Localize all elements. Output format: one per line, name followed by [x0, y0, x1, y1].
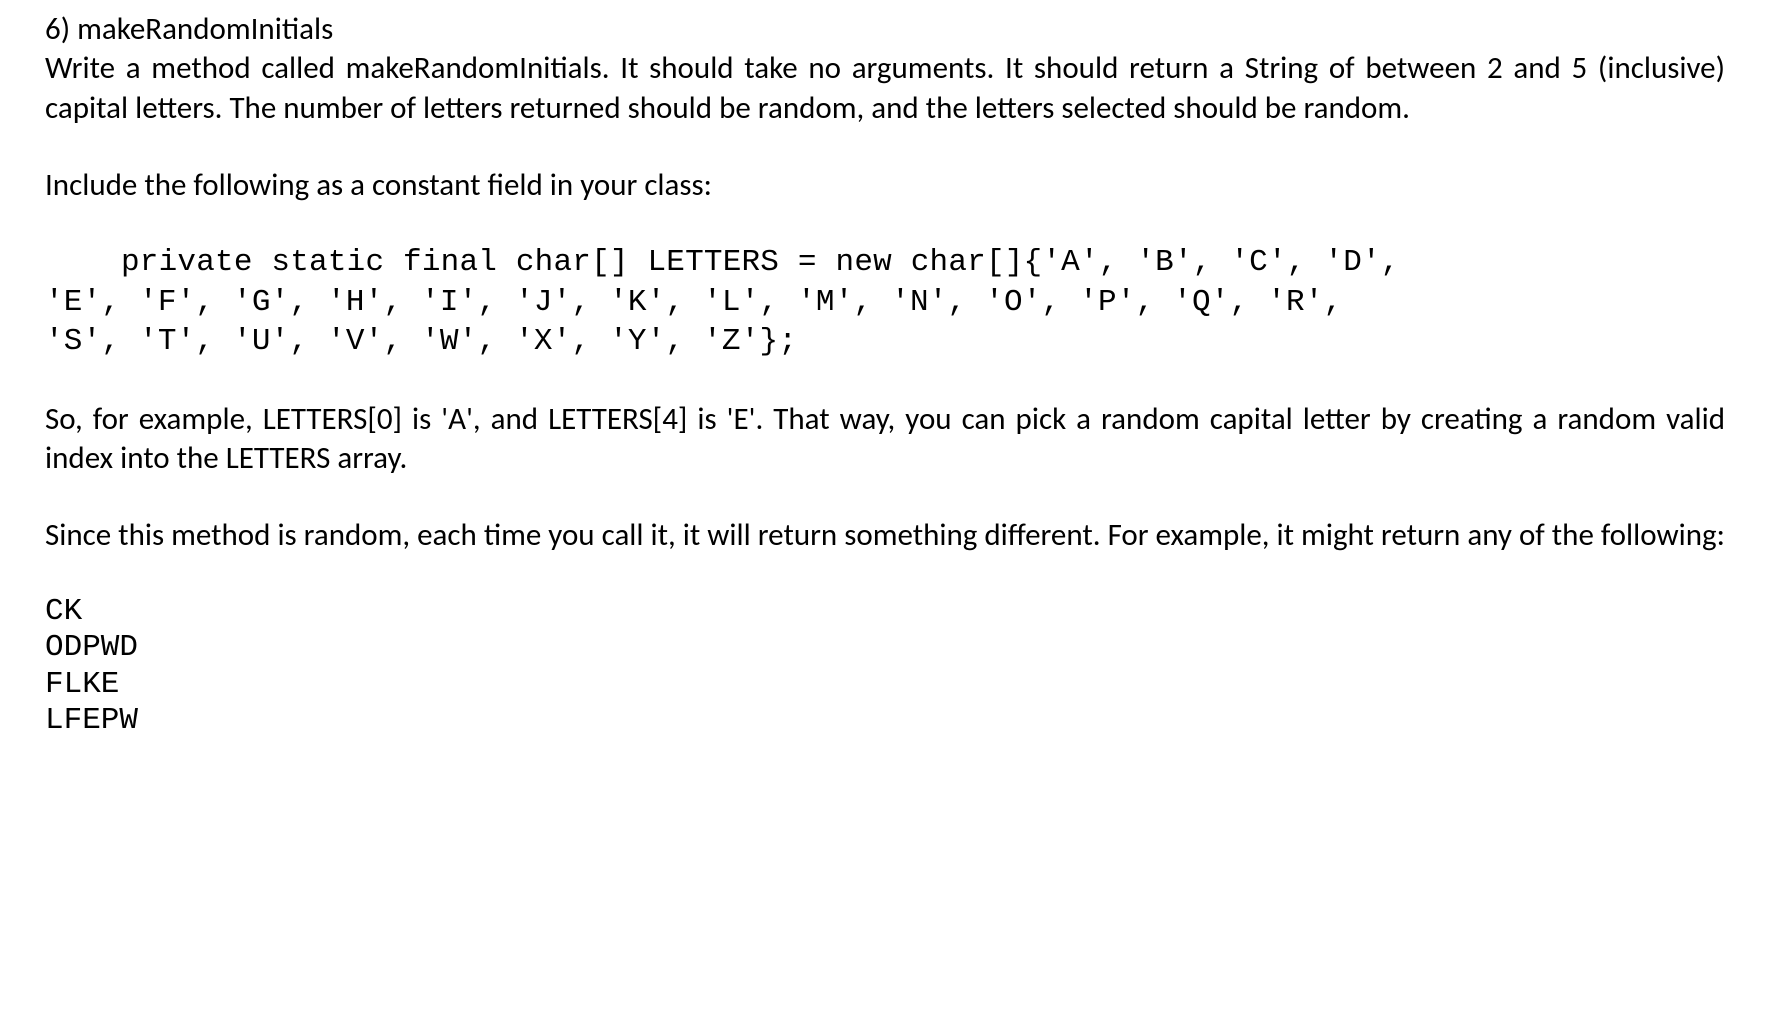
example-output-4: LFEPW [45, 703, 1725, 740]
code-line-2: 'E', 'F', 'G', 'H', 'I', 'J', 'K', 'L', … [45, 285, 1342, 320]
example-output-1: CK [45, 594, 1725, 631]
problem-heading: 6) makeRandomInitials [45, 10, 1725, 49]
paragraph-examples-intro: Since this method is random, each time y… [45, 516, 1725, 555]
code-line-3: 'S', 'T', 'U', 'V', 'W', 'X', 'Y', 'Z'}; [45, 324, 797, 359]
code-constant-declaration: private static final char[] LETTERS = ne… [45, 243, 1725, 361]
example-outputs: CK ODPWD FLKE LFEPW [45, 594, 1725, 740]
paragraph-explanation: So, for example, LETTERS[0] is 'A', and … [45, 400, 1725, 479]
example-output-2: ODPWD [45, 630, 1725, 667]
paragraph-description: Write a method called makeRandomInitials… [45, 49, 1725, 128]
code-line-1: private static final char[] LETTERS = ne… [45, 245, 1400, 280]
example-output-3: FLKE [45, 667, 1725, 704]
paragraph-constant-intro: Include the following as a constant fiel… [45, 166, 1725, 205]
